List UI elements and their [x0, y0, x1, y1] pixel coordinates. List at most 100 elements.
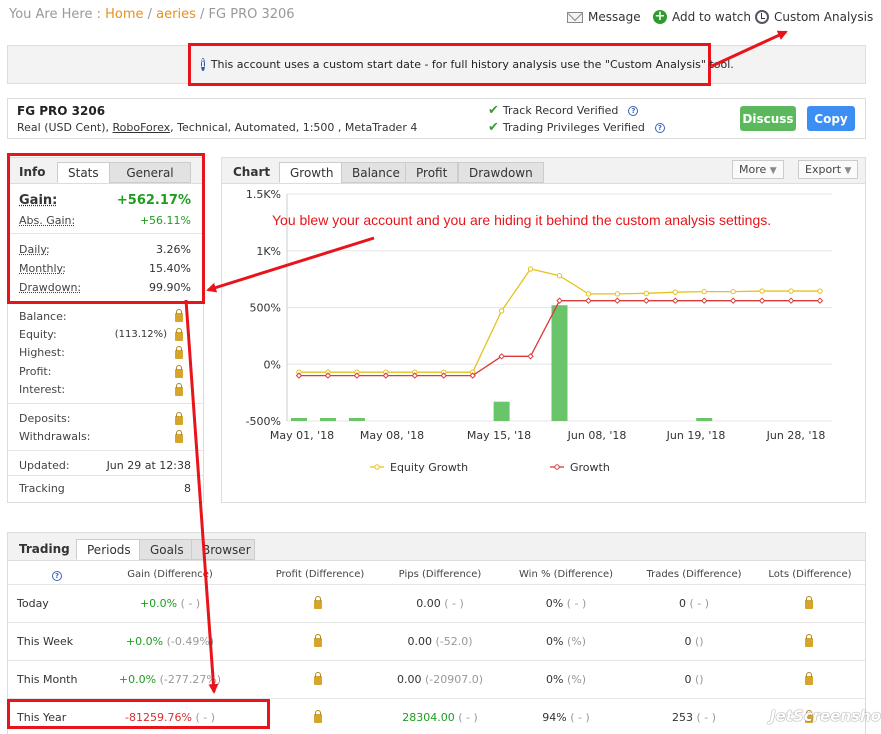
trades-cell: 0 ( - )	[624, 597, 764, 610]
tab-drawdown[interactable]: Drawdown	[458, 162, 544, 183]
notice-text: This account uses a custom start date - …	[210, 58, 734, 71]
growth-chart: 1.5K% 1K% 500% 0% -500%May 01, '18 May 08, '1…	[246, 188, 832, 474]
data-point	[527, 353, 534, 360]
data-point	[787, 297, 795, 304]
account-details: , Technical, Automated, 1:500 , MetaTrad…	[170, 121, 418, 134]
pips-diff: (-52.0)	[435, 635, 473, 648]
check-icon: ✔	[488, 103, 499, 118]
header-trades: Trades (Difference)	[646, 569, 742, 580]
divider	[8, 450, 203, 451]
x-tick-label: Jun 19, '18	[666, 429, 726, 442]
notice-highlight: i This account uses a custom start date …	[188, 43, 734, 86]
pips-value: 0.00	[416, 597, 441, 610]
lock-icon	[175, 383, 183, 396]
balance-label: Balance:	[19, 310, 67, 323]
x-tick-label: May 01, '18	[270, 429, 334, 442]
trades-value: 253	[671, 711, 693, 724]
help-icon[interactable]: ?	[654, 122, 665, 133]
period-this-week: This Week	[17, 635, 74, 648]
tab-profit[interactable]: Profit	[405, 162, 459, 183]
add-to-watch-button[interactable]: + Add to watch	[653, 10, 751, 24]
copy-button[interactable]: Copy	[807, 106, 855, 131]
more-label: More	[739, 163, 767, 176]
pips-value: 0.00	[407, 635, 432, 648]
y-tick-label: 0%	[264, 358, 281, 371]
y-tick-label: 1.5K%	[246, 188, 281, 201]
envelope-icon	[567, 11, 583, 23]
trades-diff: ( - )	[689, 597, 710, 610]
data-point	[556, 297, 563, 304]
breadcrumb-home-link[interactable]: Home	[105, 7, 143, 22]
gain-value: +0.0%	[118, 673, 157, 686]
data-point	[672, 297, 679, 304]
header-pips: Pips (Difference)	[398, 569, 482, 580]
data-point	[527, 266, 534, 272]
tab-browser[interactable]: Browser	[191, 539, 255, 560]
trading-title: Trading	[19, 542, 70, 556]
win-value: 94%	[542, 711, 567, 724]
tab-goals[interactable]: Goals	[139, 539, 195, 560]
data-point	[614, 297, 621, 304]
tab-periods[interactable]: Periods	[76, 539, 142, 560]
trades-cell: 0 ()	[624, 673, 764, 686]
bar	[551, 305, 568, 421]
lock-icon	[805, 672, 813, 685]
lock-icon	[175, 309, 183, 322]
win-value: 0%	[546, 673, 564, 686]
period-this-month: This Month	[17, 673, 78, 686]
win-value: 0%	[545, 597, 564, 610]
lock-icon	[175, 430, 183, 443]
annotation-text: You blew your account and you are hiding…	[272, 212, 772, 228]
data-point	[585, 297, 592, 304]
help-icon[interactable]: ?	[52, 571, 62, 581]
x-tick-label: Jun 08, '18	[567, 429, 627, 442]
lock-icon	[175, 365, 183, 378]
export-dropdown[interactable]: Export ▼	[798, 160, 859, 179]
clock-icon	[755, 10, 769, 24]
pips-cell: 0.00 ( - )	[370, 597, 510, 610]
highest-label: Highest:	[19, 346, 65, 359]
custom-analysis-button[interactable]: Custom Analysis	[755, 10, 873, 24]
breadcrumb-user-link[interactable]: aeries	[156, 7, 196, 22]
gain-diff: ( - )	[180, 597, 201, 610]
data-point	[701, 288, 707, 295]
broker-link[interactable]: RoboForex	[113, 121, 171, 134]
info-icon: i	[201, 58, 205, 71]
message-button[interactable]: Message	[567, 10, 641, 24]
data-point	[672, 289, 678, 295]
trades-cell: 253 ( - )	[624, 711, 764, 724]
header-win: Win % (Difference)	[519, 569, 613, 580]
trading-privileges-label: Trading Privileges Verified	[502, 121, 645, 134]
data-point	[643, 290, 650, 297]
message-label: Message	[588, 10, 641, 24]
lock-icon	[805, 596, 813, 609]
header-gain: Gain (Difference)	[127, 569, 213, 580]
pips-diff: ( - )	[444, 597, 464, 610]
row-divider	[8, 622, 865, 623]
tab-growth[interactable]: Growth	[279, 162, 345, 183]
trading-privileges-verified: ✔ Trading Privileges Verified ?	[488, 120, 665, 135]
help-icon[interactable]: ?	[628, 105, 639, 116]
y-tick-label: 1K%	[256, 245, 281, 258]
pips-cell: 28304.00 ( - )	[370, 711, 510, 724]
export-label: Export	[805, 163, 842, 176]
add-to-watch-label: Add to watch	[672, 10, 751, 24]
lock-icon	[175, 412, 183, 425]
legend-marker	[374, 464, 380, 470]
legend-label: Growth	[570, 461, 610, 474]
bar	[348, 418, 365, 421]
track-record-label: Track Record Verified	[502, 104, 619, 117]
gain-cell: +0.0% (-277.27%)	[100, 673, 240, 686]
x-tick-label: Jun 28, '18	[766, 429, 826, 442]
pips-cell: 0.00 (-52.0)	[370, 635, 510, 648]
tab-balance[interactable]: Balance	[341, 162, 411, 183]
row-divider	[8, 584, 865, 585]
period-today: Today	[17, 597, 49, 610]
trades-diff: ()	[694, 673, 704, 686]
pips-value: 0.00	[396, 673, 422, 686]
check-icon: ✔	[488, 120, 499, 135]
trades-value: 0	[684, 635, 692, 648]
x-tick-label: May 08, '18	[360, 429, 424, 442]
more-dropdown[interactable]: More ▼	[732, 160, 784, 179]
discuss-button[interactable]: Discuss	[740, 106, 796, 131]
